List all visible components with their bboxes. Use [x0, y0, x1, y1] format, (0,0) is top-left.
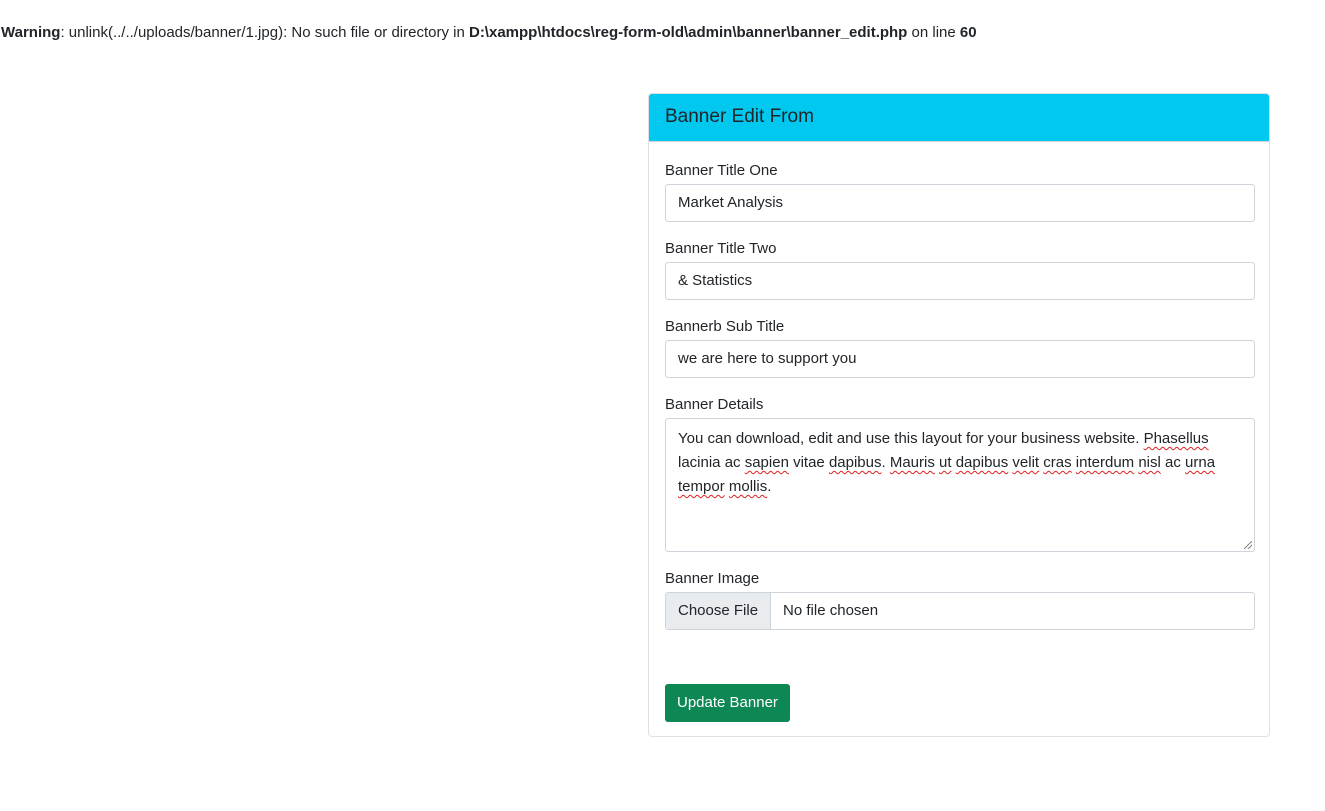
file-status-text: No file chosen — [783, 602, 879, 619]
details-text: lacinia ac — [678, 454, 745, 471]
banner-details-label: Banner Details — [665, 396, 764, 413]
spellcheck-word: dapibus — [955, 454, 1009, 471]
banner-details-textarea[interactable]: You can download, edit and use this layo… — [665, 418, 1255, 552]
warning-message-line: on line — [907, 24, 960, 41]
details-text: You can download, edit and use this layo… — [678, 430, 1144, 447]
spellcheck-word: cras — [1043, 454, 1072, 471]
banner-details-group: Banner Details You can download, edit an… — [665, 395, 1255, 552]
spellcheck-word: velit — [1012, 454, 1040, 471]
card-title: Banner Edit From — [649, 94, 1269, 142]
choose-file-button[interactable]: Choose File — [666, 593, 772, 629]
banner-title-one-group: Banner Title One Market Analysis — [665, 161, 1255, 222]
spellcheck-word: Phasellus — [1143, 430, 1209, 447]
details-text: . — [767, 478, 772, 495]
banner-sub-title-label: Bannerb Sub Title — [665, 318, 785, 335]
spellcheck-word: nisl — [1138, 454, 1161, 471]
warning-line-number: 60 — [959, 24, 977, 41]
details-text: ac — [1160, 454, 1186, 471]
details-text: . — [881, 454, 890, 471]
banner-sub-title-input[interactable]: we are here to support you — [665, 340, 1255, 378]
spellcheck-word: interdum — [1075, 454, 1135, 471]
update-banner-button[interactable]: Update Banner — [665, 684, 790, 722]
spellcheck-word: sapien — [744, 454, 789, 471]
banner-title-two-input[interactable]: & Statistics — [665, 262, 1255, 300]
details-text: vitae — [788, 454, 829, 471]
banner-image-group: Banner Image Choose File No file chosen — [665, 569, 1255, 630]
php-warning: Warning: unlink(../../uploads/banner/1.j… — [1, 23, 977, 43]
banner-title-one-label: Banner Title One — [665, 162, 778, 179]
spellcheck-word: urna — [1185, 454, 1216, 471]
banner-title-two-group: Banner Title Two & Statistics — [665, 239, 1255, 300]
banner-title-one-input[interactable]: Market Analysis — [665, 184, 1255, 222]
warning-message: : unlink(../../uploads/banner/1.jpg): No… — [60, 24, 469, 41]
spellcheck-word: tempor — [678, 478, 725, 495]
banner-image-label: Banner Image — [665, 570, 760, 587]
spellcheck-word: dapibus — [828, 454, 882, 471]
banner-image-file-input[interactable]: Choose File No file chosen — [665, 592, 1255, 630]
resize-handle-icon[interactable] — [1244, 541, 1252, 549]
spellcheck-word: ut — [939, 454, 952, 471]
spellcheck-word: Mauris — [889, 454, 935, 471]
warning-path: D:\xampp\htdocs\reg-form-old\admin\banne… — [468, 24, 908, 41]
banner-edit-card: Banner Edit From Banner Title One Market… — [648, 93, 1270, 737]
warning-label: Warning — [1, 24, 61, 41]
banner-sub-title-group: Bannerb Sub Title we are here to support… — [665, 317, 1255, 378]
banner-title-two-label: Banner Title Two — [665, 240, 777, 257]
spellcheck-word: mollis — [728, 478, 768, 495]
